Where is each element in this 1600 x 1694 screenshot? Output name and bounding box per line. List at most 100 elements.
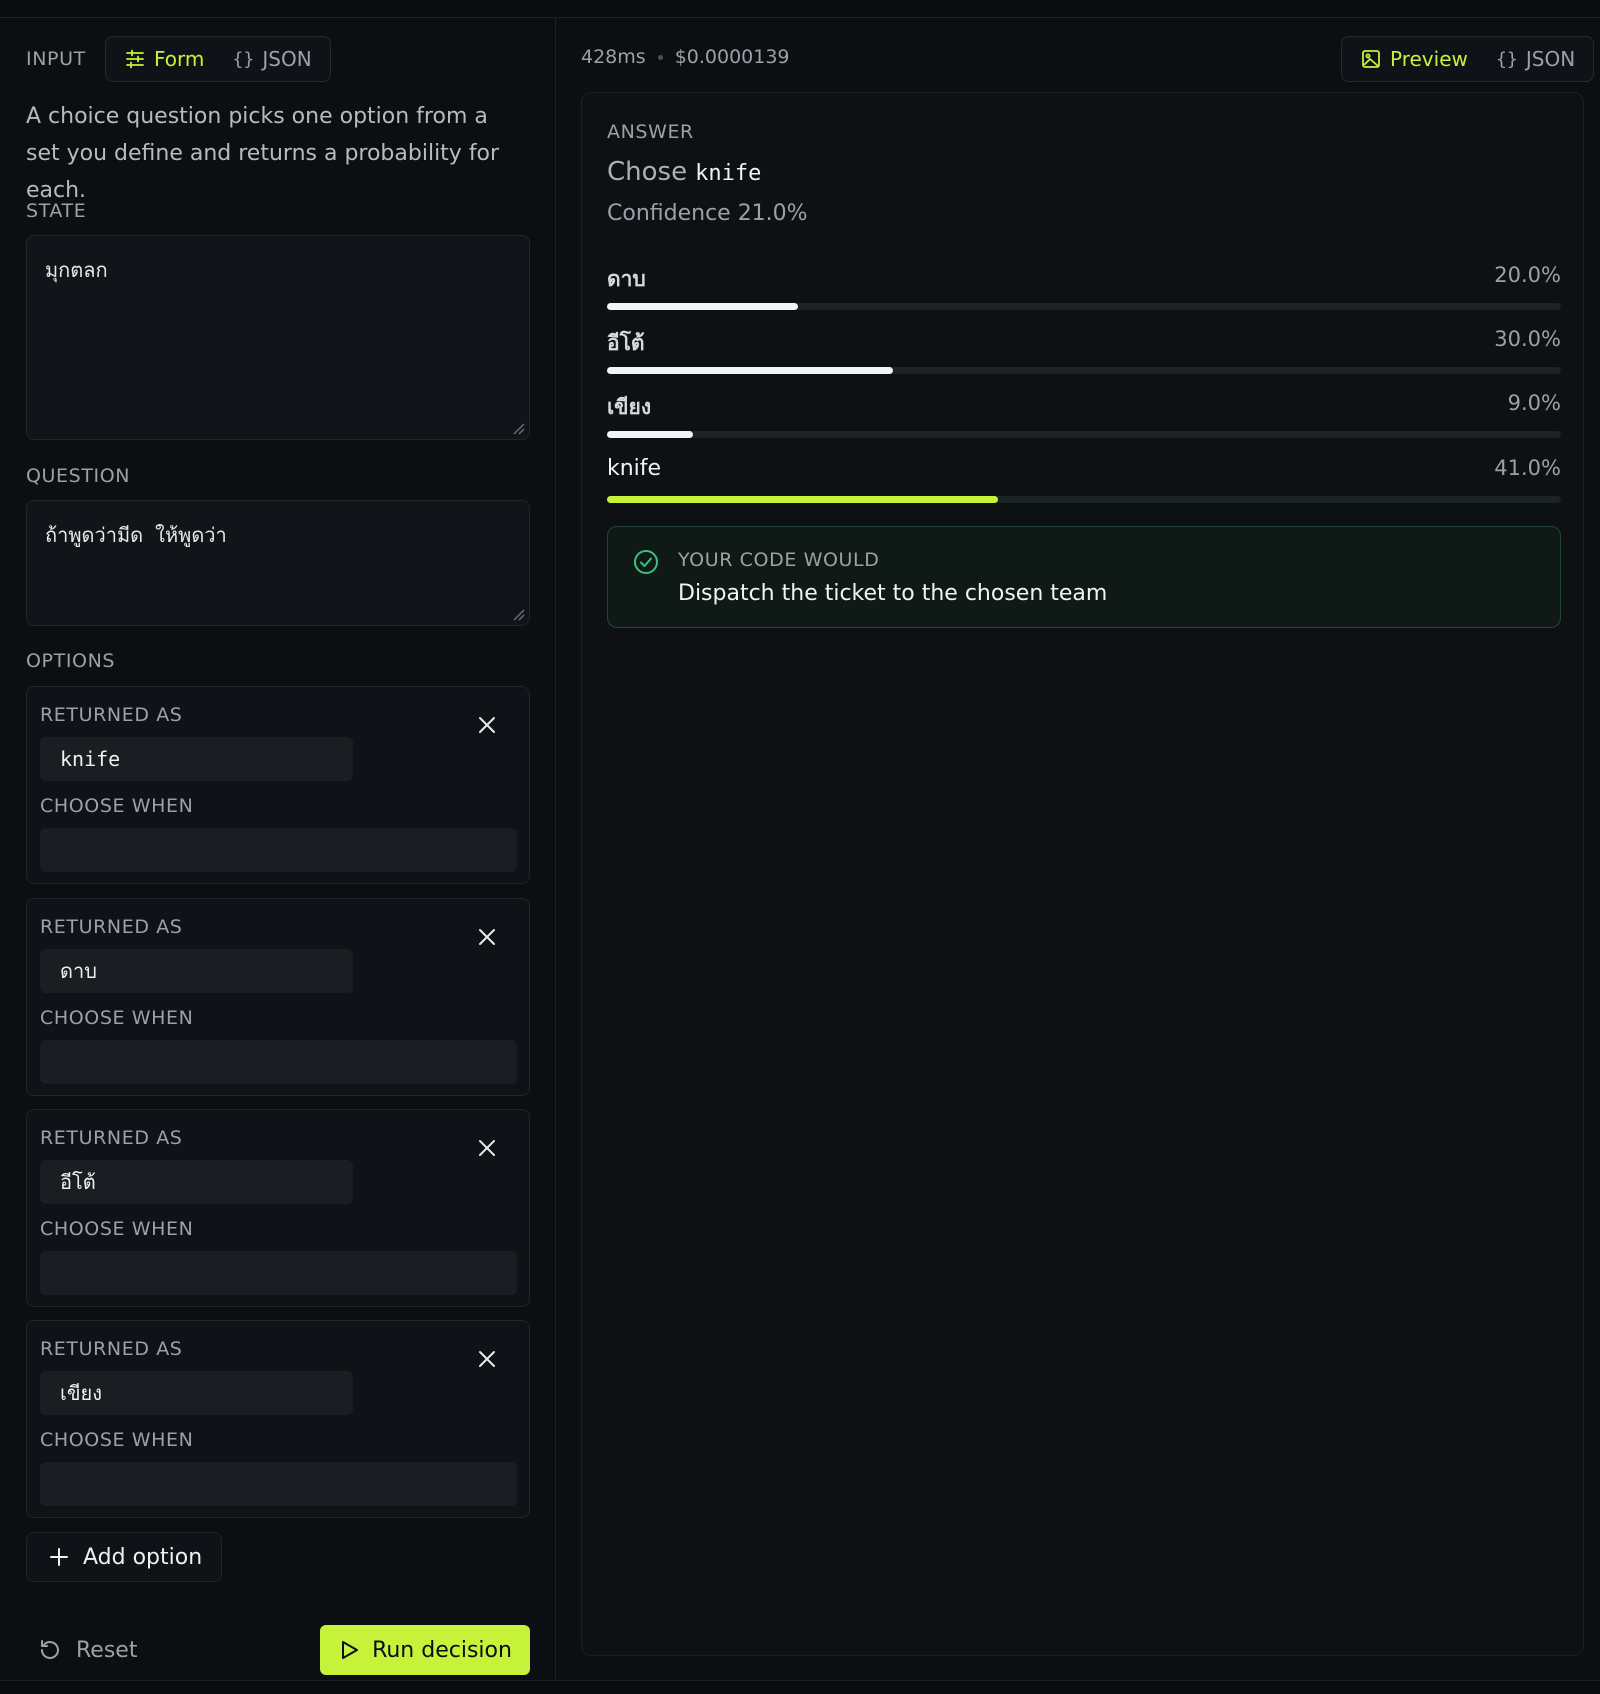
tab-preview[interactable]: Preview [1346,41,1482,77]
probability-row: อีโต้ 30.0% [607,327,1561,379]
tab-json-output[interactable]: {} JSON [1482,41,1589,77]
state-label: STATE [26,200,87,222]
question-textarea[interactable]: ถ้าพูดว่ามีด ให้พูดว่า [26,500,530,626]
reset-icon [41,1640,59,1659]
braces-icon: {} [232,48,255,70]
run-decision-button[interactable]: Run decision [320,1625,530,1675]
returned-as-label: RETURNED AS [40,704,183,726]
options-label: OPTIONS [26,650,116,672]
choose-when-label: CHOOSE WHEN [40,1429,194,1451]
run-meta: 428ms $0.0000139 [581,46,790,68]
probability-bar [607,303,798,310]
choose-when-input[interactable] [40,1462,517,1506]
code-would-text: Dispatch the ticket to the chosen team [678,581,1108,606]
probability-bar [607,496,999,503]
bottom-bar [0,1680,1600,1694]
input-description: A choice question picks one option from … [26,104,500,203]
reset-label: Reset [76,1637,138,1663]
choose-when-input[interactable] [40,1040,517,1084]
sliders-icon [124,48,146,70]
answer-label: ANSWER [607,121,694,143]
code-would-label: YOUR CODE WOULD [678,549,880,571]
cost: $0.0000139 [674,46,790,68]
input-panel: INPUT Form {} JSON A choice question pic… [0,18,556,1680]
state-value: มุกตลก [45,258,108,282]
chose-prefix: Chose [607,157,688,187]
add-option-label: Add option [83,1544,203,1570]
returned-as-input[interactable]: เขียง [40,1371,353,1415]
option-card: RETURNED AS อีโต้ CHOOSE WHEN [26,1109,530,1307]
returned-as-label: RETURNED AS [40,916,183,938]
plus-icon [50,1548,68,1566]
probability-percent: 30.0% [1494,327,1561,351]
option-card: RETURNED AS เขียง CHOOSE WHEN [26,1320,530,1518]
code-would-box: YOUR CODE WOULD Dispatch the ticket to t… [607,526,1561,628]
probability-track [607,431,1561,438]
reset-button[interactable]: Reset [38,1628,137,1672]
close-icon [479,1140,495,1156]
chosen-answer: Chose knife [607,157,761,187]
remove-option-button[interactable] [475,713,499,737]
probability-label: อีโต้ [607,331,645,355]
check-circle-icon [634,550,658,574]
choose-when-label: CHOOSE WHEN [40,795,194,817]
choose-when-input[interactable] [40,1251,517,1295]
returned-as-input[interactable]: ดาบ [40,949,353,993]
resize-handle-icon[interactable] [511,607,525,621]
separator-dot [657,54,663,60]
close-icon [479,1351,495,1367]
probability-row: เขียง 9.0% [607,391,1561,443]
remove-option-button[interactable] [475,1136,499,1160]
top-bar [0,0,1600,18]
probability-label: ดาบ [607,267,646,291]
probability-label: knife [607,456,662,481]
tab-json-output-label: JSON [1525,47,1576,71]
option-card: RETURNED AS knife CHOOSE WHEN [26,686,530,884]
close-icon [479,929,495,945]
tab-preview-label: Preview [1390,47,1468,71]
probability-track [607,496,1561,503]
input-label: INPUT [26,48,86,70]
state-textarea[interactable]: มุกตลก [26,235,530,440]
probability-track [607,303,1561,310]
option-card: RETURNED AS ดาบ CHOOSE WHEN [26,898,530,1096]
remove-option-button[interactable] [475,925,499,949]
probability-bar [607,367,894,374]
confidence-text: Confidence 21.0% [607,201,808,226]
play-icon [342,1641,359,1659]
tab-form-label: Form [154,47,205,71]
close-icon [479,717,495,733]
add-option-button[interactable]: Add option [26,1532,222,1582]
chose-value: knife [695,161,762,186]
input-mode-tabs: Form {} JSON [105,36,331,82]
returned-as-input[interactable]: อีโต้ [40,1160,353,1204]
tab-json-label: JSON [262,47,312,71]
returned-as-input[interactable]: knife [40,737,353,781]
tab-json[interactable]: {} JSON [218,41,325,77]
output-panel: 428ms $0.0000139 Preview {} JSON ANSWER … [557,18,1600,1680]
probability-row: knife 41.0% [607,456,1561,508]
image-icon [1360,48,1382,70]
returned-as-label: RETURNED AS [40,1338,183,1360]
probability-row: ดาบ 20.0% [607,263,1561,315]
probability-bar [607,431,693,438]
choose-when-label: CHOOSE WHEN [40,1218,194,1240]
question-value: ถ้าพูดว่ามีด ให้พูดว่า [45,523,227,547]
probability-percent: 9.0% [1507,391,1561,415]
run-decision-label: Run decision [372,1637,512,1663]
choose-when-input[interactable] [40,828,517,872]
output-mode-tabs: Preview {} JSON [1341,36,1595,82]
probability-percent: 41.0% [1494,456,1561,480]
returned-as-label: RETURNED AS [40,1127,183,1149]
braces-icon: {} [1496,48,1518,70]
answer-card: ANSWER Chose knife Confidence 21.0% ดาบ 2… [581,92,1584,1656]
remove-option-button[interactable] [475,1347,499,1371]
probability-label: เขียง [607,395,652,419]
question-label: QUESTION [26,465,131,487]
probability-track [607,367,1561,374]
choose-when-label: CHOOSE WHEN [40,1007,194,1029]
probability-percent: 20.0% [1494,263,1561,287]
latency: 428ms [581,46,646,68]
tab-form[interactable]: Form [110,41,218,77]
resize-handle-icon[interactable] [511,421,525,435]
